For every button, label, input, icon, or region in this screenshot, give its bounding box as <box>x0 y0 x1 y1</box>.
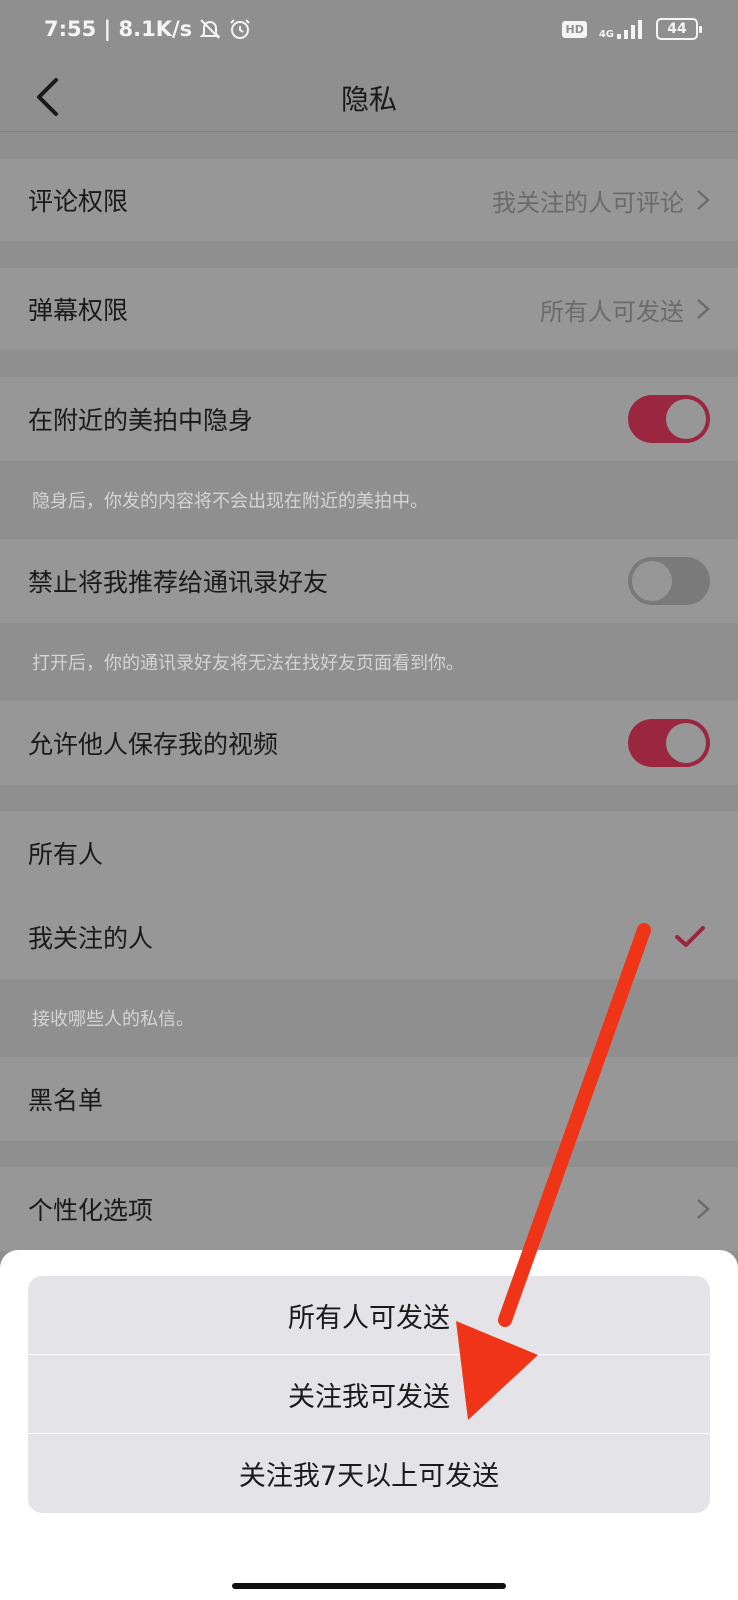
alarm-icon <box>230 19 250 39</box>
option-followers-7days-can-send[interactable]: 关注我7天以上可发送 <box>28 1434 710 1513</box>
status-bar: 7:55 | 8.1K/s HD 4G 44 <box>0 0 738 62</box>
chevron-right-icon <box>697 190 710 210</box>
comment-permission-row[interactable]: 评论权限 我关注的人可评论 <box>0 159 738 241</box>
allow-save-video-toggle[interactable] <box>628 719 710 767</box>
toggle-knob <box>666 723 706 763</box>
chevron-right-icon <box>697 1199 710 1219</box>
home-indicator[interactable] <box>232 1583 506 1589</box>
toggle-knob <box>666 399 706 439</box>
allow-save-video-row: 允许他人保存我的视频 <box>0 701 738 785</box>
status-left: 7:55 | 8.1K/s <box>44 17 252 41</box>
blacklist-label: 黑名单 <box>28 1086 104 1115</box>
svg-text:Bai: Bai <box>560 1521 600 1551</box>
signal-group: 4G <box>599 18 644 40</box>
hide-nearby-toggle[interactable] <box>628 395 710 443</box>
baidu-watermark: Bai 经验 jingyan.baidu.com <box>558 1515 688 1565</box>
no-contact-recommend-toggle[interactable] <box>628 557 710 605</box>
svg-text:经验: 经验 <box>642 1526 682 1550</box>
no-contact-recommend-hint: 打开后，你的通讯录好友将无法在找好友页面看到你。 <box>32 653 464 674</box>
no-contact-recommend-row: 禁止将我推荐给通讯录好友 <box>0 539 738 623</box>
comment-permission-value: 我关注的人可评论 <box>492 188 684 217</box>
no-contact-recommend-label: 禁止将我推荐给通讯录好友 <box>28 568 329 597</box>
dm-hint: 接收哪些人的私信。 <box>32 1009 194 1030</box>
danmaku-permission-row[interactable]: 弹幕权限 所有人可发送 <box>0 268 738 350</box>
danmaku-permission-value: 所有人可发送 <box>540 297 684 326</box>
blacklist-row[interactable]: 黑名单 <box>0 1057 738 1141</box>
hide-nearby-label: 在附近的美拍中隐身 <box>28 406 254 435</box>
option-followers-can-send[interactable]: 关注我可发送 <box>28 1355 710 1434</box>
hide-nearby-row: 在附近的美拍中隐身 <box>0 377 738 461</box>
svg-text:jingyan.baidu.com: jingyan.baidu.com <box>559 1552 649 1564</box>
battery-icon: 44 <box>656 18 702 40</box>
hd-badge: HD <box>562 20 587 38</box>
personalization-row[interactable]: 个性化选项 <box>0 1167 738 1251</box>
nav-bar: 隐私 <box>0 62 738 132</box>
notifications-off-icon <box>199 19 221 39</box>
dm-option-following[interactable]: 我关注的人 <box>0 895 738 979</box>
option-everyone-can-send[interactable]: 所有人可发送 <box>28 1276 710 1355</box>
baidu-logo-icon: Bai 经验 jingyan.baidu.com <box>559 1521 682 1564</box>
toggle-knob <box>632 561 672 601</box>
allow-save-video-label: 允许他人保存我的视频 <box>28 730 279 759</box>
checkmark-icon <box>675 926 705 947</box>
page-title: 隐私 <box>340 83 397 116</box>
status-time-speed: 7:55 | 8.1K/s <box>44 17 193 41</box>
action-sheet-options: 所有人可发送 关注我可发送 关注我7天以上可发送 <box>28 1276 710 1513</box>
hide-nearby-hint: 隐身后，你发的内容将不会出现在附近的美拍中。 <box>32 491 428 512</box>
chevron-right-icon <box>697 299 710 319</box>
comment-permission-label: 评论权限 <box>28 187 129 216</box>
dm-option-label: 我关注的人 <box>28 924 154 953</box>
dm-option-label: 所有人 <box>28 840 104 869</box>
status-right: HD 4G 44 <box>562 18 702 40</box>
network-type: 4G <box>598 29 614 40</box>
signal-icon <box>617 20 642 39</box>
danmaku-permission-label: 弹幕权限 <box>28 296 129 325</box>
personalization-label: 个性化选项 <box>28 1196 154 1225</box>
dm-option-everyone[interactable]: 所有人 <box>0 811 738 895</box>
